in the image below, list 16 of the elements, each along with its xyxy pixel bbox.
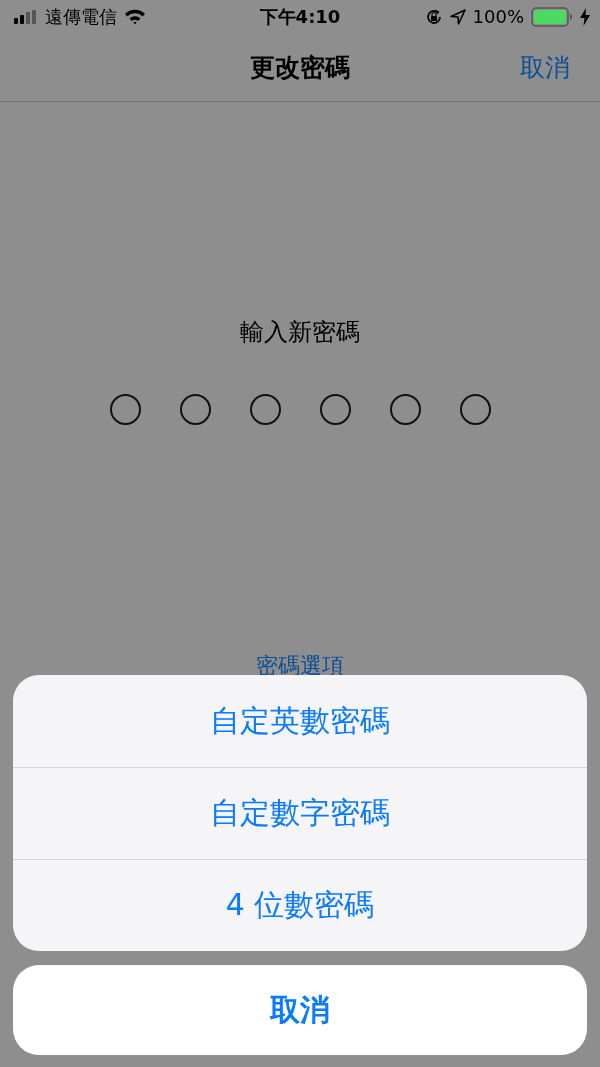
status-time: 下午4:10 [259,4,341,29]
sheet-option[interactable]: 自定數字密碼 [13,767,587,859]
rotation-lock-icon [424,7,443,26]
prompt-text: 輸入新密碼 [240,317,360,348]
battery-icon [531,6,573,27]
location-icon [449,8,466,25]
signal-icon [14,9,38,24]
sheet-option[interactable]: 自定英數密碼 [13,675,587,767]
charging-icon [580,7,590,26]
sheet-cancel-button[interactable]: 取消 [13,965,587,1055]
sheet-option[interactable]: 4 位數密碼 [13,859,587,951]
cancel-button[interactable]: 取消 [518,49,572,86]
battery-percent: 100% [472,6,524,27]
wifi-icon [124,8,146,25]
carrier-name: 遠傳電信 [45,4,117,29]
nav-title: 更改密碼 [250,51,350,84]
